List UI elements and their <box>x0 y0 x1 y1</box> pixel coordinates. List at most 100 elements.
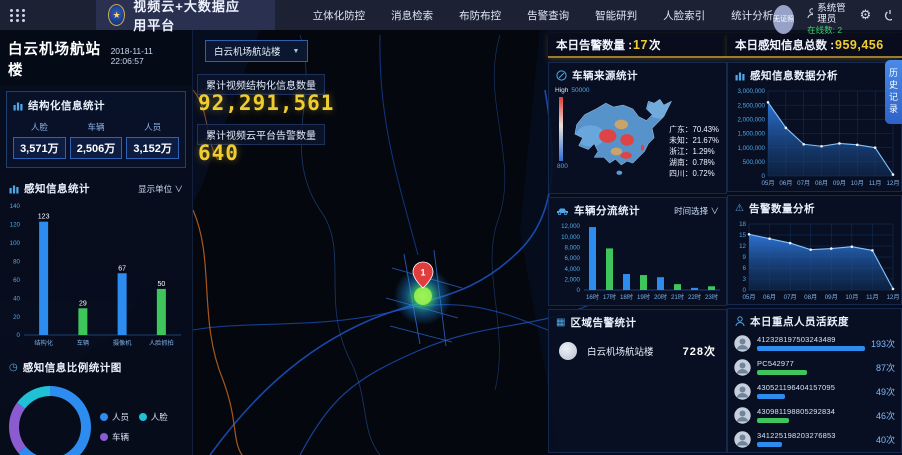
vehicle-flow-panel: 车辆分流统计 时间选择 ∨ 12,00010,0008,0006,0004,00… <box>548 197 727 306</box>
dashboard-root: 1 ★ 视频云+大数据应用平台 立体化防控 消息检索 布防布控 告警查询 智能研… <box>0 0 902 455</box>
activity-bar-track <box>757 394 865 399</box>
region-alarm-panel: ▦ 区域告警统计 白云机场航站楼 728次 <box>548 309 727 453</box>
perception-ratio-title: 感知信息比例统计图 <box>23 360 122 375</box>
key-persons-panel: 本日重点人员活跃度 412328197503243489 193次 PC5429… <box>727 308 902 453</box>
region-alarm-title: 区域告警统计 <box>570 315 636 330</box>
alarm-analysis-title: 告警数量分析 <box>749 201 815 216</box>
vehicle-flow-bar-chart: 12,00010,0008,0006,0004,0002,000016时17时1… <box>552 220 724 302</box>
perception-area-chart: 3,000,000 2,500,000 2,000,000 1,500,000 1,00… <box>731 85 899 188</box>
svg-text:1,000,000: 1,000,000 <box>737 145 765 152</box>
person-row[interactable]: 341225198203276853 40次 <box>728 427 901 451</box>
svg-text:2,000,000: 2,000,000 <box>737 117 765 124</box>
person-avatar <box>734 407 751 424</box>
vehicle-source-title: 车辆来源统计 <box>572 68 638 83</box>
display-unit-dropdown[interactable]: 显示单位 ∨ <box>138 183 183 195</box>
svg-text:12,000: 12,000 <box>561 223 580 230</box>
nav-item-statistics[interactable]: 统计分析 <box>731 8 773 23</box>
stat-person: 人员 3,152万 <box>126 121 179 159</box>
person-icon <box>735 316 745 327</box>
perception-stats-panel: 感知信息统计 显示单位 ∨ 140120100806040200123结构化29… <box>0 176 192 353</box>
timestamp: 2018-11-11 22:06:57 <box>111 46 184 66</box>
svg-text:6,000: 6,000 <box>565 255 581 262</box>
time-select-dropdown[interactable]: 时间选择 ∨ <box>674 205 719 217</box>
person-count: 46次 <box>876 409 895 422</box>
activity-bar-track <box>757 442 865 447</box>
svg-text:05月: 05月 <box>761 180 774 187</box>
activity-bar <box>757 442 782 447</box>
svg-text:123: 123 <box>38 214 50 221</box>
person-row[interactable]: 430981198805292834 46次 <box>728 403 901 427</box>
police-badge-logo: ★ <box>108 4 125 26</box>
user-avatar[interactable]: 无证照 <box>773 5 794 34</box>
history-tab[interactable]: 历史记录 <box>885 60 902 124</box>
person-avatar <box>734 383 751 400</box>
person-count: 87次 <box>876 361 895 374</box>
svg-text:500,000: 500,000 <box>743 159 766 166</box>
person-row[interactable]: 412328197503243489 193次 <box>728 331 901 355</box>
svg-text:6: 6 <box>743 265 747 272</box>
svg-text:16时: 16时 <box>586 293 599 301</box>
nav-item-intelligent-judgement[interactable]: 智能研判 <box>595 8 637 23</box>
svg-text:2,500,000: 2,500,000 <box>737 102 765 109</box>
svg-text:05月: 05月 <box>742 294 755 301</box>
person-avatar <box>734 359 751 376</box>
svg-text:9: 9 <box>743 254 747 261</box>
region-alarm-row[interactable]: 白云机场航站楼 728次 <box>549 332 726 360</box>
clock-icon: ◷ <box>9 363 18 373</box>
legend-row: 广东：70.43% <box>669 124 719 135</box>
svg-text:3: 3 <box>743 276 747 283</box>
perception-ratio-panel: ◷ 感知信息比例统计图 人员 人脸 车辆 <box>0 355 192 455</box>
svg-text:10月: 10月 <box>851 180 864 187</box>
brand: ★ 视频云+大数据应用平台 <box>96 0 275 30</box>
nav-item-message-search[interactable]: 消息检索 <box>391 8 433 23</box>
apps-grid-icon[interactable] <box>10 9 26 22</box>
person-avatar <box>734 431 751 448</box>
settings-gear-icon[interactable]: ⚙ <box>860 7 872 23</box>
svg-text:11月: 11月 <box>869 180 882 187</box>
svg-text:06月: 06月 <box>763 294 776 301</box>
nav-item-face-index[interactable]: 人脸索引 <box>663 8 705 23</box>
region-name: 白云机场航站楼 <box>587 344 654 358</box>
alarm-total-value: 640 <box>198 141 239 165</box>
compass-icon <box>556 70 567 81</box>
today-alarm-value: 17 <box>633 38 648 52</box>
perception-bar-chart: 140120100806040200123结构化29车辆67摄像机50人脸抓拍 <box>2 198 185 348</box>
power-icon[interactable] <box>884 9 892 21</box>
svg-text:40: 40 <box>13 295 20 302</box>
person-row[interactable]: PC542977 87次 <box>728 355 901 379</box>
top-navbar: ★ 视频云+大数据应用平台 立体化防控 消息检索 布防布控 告警查询 智能研判 … <box>0 0 902 30</box>
legend-row: 湖南：0.78% <box>669 157 719 168</box>
today-perception-value: 959,456 <box>835 38 884 52</box>
svg-text:20时: 20时 <box>654 293 667 301</box>
user-icon <box>807 8 813 19</box>
person-id: 412328197503243489 <box>757 335 865 344</box>
person-row[interactable]: 430521196404157095 49次 <box>728 379 901 403</box>
svg-text:120: 120 <box>10 222 21 229</box>
activity-bar-track <box>757 418 865 423</box>
structured-stats-panel: 结构化信息统计 人脸 3,571万 车辆 2,506万 人员 3,152万 <box>6 91 186 168</box>
main-menu: 立体化防控 消息检索 布防布控 告警查询 智能研判 人脸索引 统计分析 <box>313 8 774 23</box>
stat-face: 人脸 3,571万 <box>13 121 66 159</box>
svg-text:07月: 07月 <box>784 294 797 301</box>
person-count: 49次 <box>876 385 895 398</box>
site-selector-dropdown[interactable]: 白云机场航站楼▼ <box>205 40 308 62</box>
site-header: 白云机场航站楼 2018-11-11 22:06:57 <box>0 30 192 85</box>
grid-icon: ▦ <box>556 318 565 328</box>
nav-item-deploy-control[interactable]: 布防布控 <box>459 8 501 23</box>
person-count: 40次 <box>876 433 895 446</box>
key-persons-list: 412328197503243489 193次 PC542977 87次 430… <box>728 331 901 451</box>
svg-text:1,500,000: 1,500,000 <box>737 131 765 138</box>
vehicle-flow-title: 车辆分流统计 <box>574 203 640 218</box>
user-area: 无证照 系统管理员 在线数: 2 ⚙ <box>773 0 892 35</box>
alarm-area-chart: 181512963005月06月07月08月09月10月11月12月 <box>731 218 899 302</box>
nav-item-stereo-control[interactable]: 立体化防控 <box>313 8 366 23</box>
stat-vehicle: 车辆 2,506万 <box>70 121 123 159</box>
svg-text:29: 29 <box>79 300 87 307</box>
svg-text:21时: 21时 <box>671 293 684 301</box>
svg-text:3,000,000: 3,000,000 <box>737 88 765 95</box>
nav-item-alarm-query[interactable]: 告警查询 <box>527 8 569 23</box>
username[interactable]: 系统管理员 <box>817 3 846 26</box>
legend-row: 四川：0.72% <box>669 168 719 179</box>
svg-text:22时: 22时 <box>688 293 701 301</box>
activity-bar <box>757 370 807 375</box>
